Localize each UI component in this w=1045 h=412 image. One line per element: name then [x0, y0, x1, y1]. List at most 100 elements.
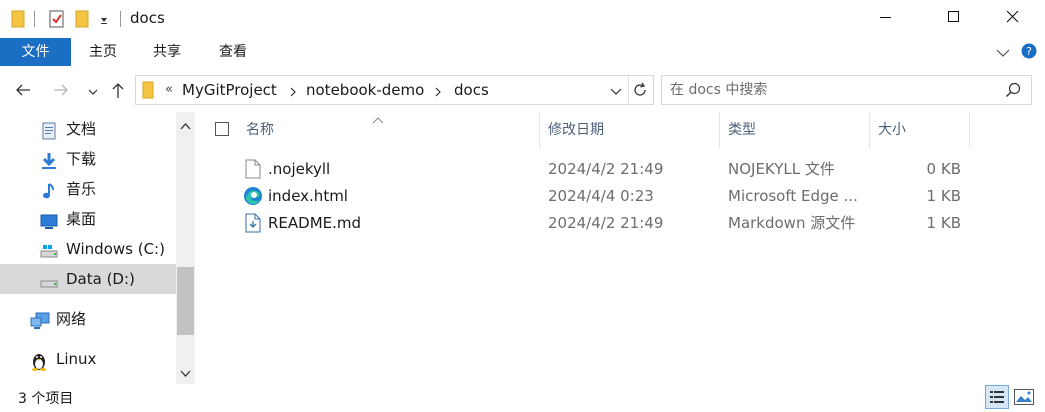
column-header-size[interactable]: 大小 [878, 115, 906, 145]
maximize-button[interactable] [931, 0, 977, 38]
file-row[interactable]: index.html 2024/4/4 0:23 Microsoft Edge … [200, 183, 980, 210]
nav-item-network[interactable]: 网络 [0, 304, 176, 334]
file-date: 2024/4/2 21:49 [548, 160, 664, 178]
folder-icon [142, 81, 154, 103]
column-header-name[interactable]: 名称 [246, 115, 274, 145]
folder-icon [11, 10, 25, 32]
search-icon[interactable] [1005, 82, 1021, 102]
drive-c-icon [40, 241, 58, 258]
music-icon [40, 181, 58, 199]
search-placeholder: 在 docs 中搜索 [670, 82, 768, 98]
tab-home[interactable]: 主页 [77, 38, 129, 66]
select-all-checkbox[interactable] [215, 122, 229, 136]
address-bar[interactable]: « MyGitProject notebook-demo docs [135, 75, 654, 105]
svg-text:?: ? [1026, 45, 1032, 58]
file-size: 1 KB [926, 214, 961, 232]
divider [34, 11, 35, 27]
minimize-icon [880, 11, 892, 27]
file-name: .nojekyll [268, 160, 331, 178]
nav-item-drive-c[interactable]: Windows (C:) [0, 234, 176, 264]
edge-icon [243, 186, 263, 210]
file-size: 1 KB [926, 187, 961, 205]
breadcrumb-overflow[interactable]: « [165, 76, 173, 104]
chevron-right-icon[interactable] [288, 85, 298, 97]
column-header-date[interactable]: 修改日期 [548, 115, 604, 145]
breadcrumb-item-current[interactable]: docs [454, 76, 489, 104]
file-type: Microsoft Edge ... [728, 187, 858, 205]
customize-toolbar-icon[interactable] [99, 13, 109, 29]
nav-item-music[interactable]: 音乐 [0, 174, 176, 204]
divider [120, 11, 121, 27]
markdown-file-icon [245, 213, 261, 237]
breadcrumb-item[interactable]: notebook-demo [306, 76, 424, 104]
network-icon [30, 311, 50, 329]
nav-item-documents[interactable]: 文档 [0, 114, 176, 144]
desktop-icon [40, 211, 58, 229]
drive-d-icon [40, 271, 58, 288]
navigation-pane: 文档 下载 音乐 桌面 Windows (C:) Data (D:) 网络 Li… [0, 112, 196, 384]
close-icon [1006, 10, 1019, 27]
scroll-up-icon[interactable] [180, 118, 191, 134]
forward-icon[interactable] [52, 82, 70, 102]
tab-share[interactable]: 共享 [141, 38, 193, 66]
ribbon: 文件 主页 共享 查看 ? [0, 38, 1045, 66]
file-name: README.md [268, 214, 362, 232]
expand-ribbon-icon[interactable] [996, 46, 1010, 62]
chevron-right-icon[interactable] [433, 85, 443, 97]
file-row[interactable]: .nojekyll 2024/4/2 21:49 NOJEKYLL 文件 0 K… [200, 156, 980, 183]
nav-item-label: Windows (C:) [66, 240, 165, 258]
column-header-row: 名称 修改日期 类型 大小 [200, 112, 980, 148]
up-icon[interactable] [110, 81, 126, 103]
column-header-type[interactable]: 类型 [728, 115, 756, 145]
scroll-down-icon[interactable] [180, 366, 191, 382]
tab-file[interactable]: 文件 [0, 38, 71, 66]
help-icon[interactable]: ? [1021, 43, 1037, 63]
close-button[interactable] [990, 0, 1036, 38]
nav-item-label: 下载 [66, 150, 97, 168]
item-count: 3 个项目 [18, 391, 74, 407]
file-type: NOJEKYLL 文件 [728, 160, 835, 178]
divider [628, 76, 629, 104]
nav-item-drive-d[interactable]: Data (D:) [0, 264, 176, 294]
back-icon[interactable] [14, 82, 32, 102]
refresh-icon[interactable] [632, 82, 648, 102]
title-bar: docs [0, 0, 1045, 38]
recent-locations-icon[interactable] [88, 85, 98, 101]
column-divider[interactable] [719, 112, 720, 148]
details-view-button[interactable] [985, 385, 1009, 409]
file-name: index.html [268, 187, 348, 205]
address-row: « MyGitProject notebook-demo docs 在 docs… [0, 72, 1045, 110]
linux-icon [30, 351, 48, 371]
file-date: 2024/4/2 21:49 [548, 214, 664, 232]
new-folder-icon[interactable] [75, 10, 89, 32]
minimize-button[interactable] [863, 0, 909, 38]
tab-view[interactable]: 查看 [207, 38, 259, 66]
nav-item-linux[interactable]: Linux [0, 344, 176, 374]
maximize-icon [948, 11, 960, 27]
blank-file-icon [245, 159, 261, 183]
properties-icon[interactable] [48, 9, 66, 33]
nav-item-label: 文档 [66, 120, 97, 138]
column-divider[interactable] [969, 112, 970, 148]
details-view-icon [990, 390, 1004, 408]
nav-item-downloads[interactable]: 下载 [0, 144, 176, 174]
nav-item-desktop[interactable]: 桌面 [0, 204, 176, 234]
sort-ascending-icon [372, 112, 384, 128]
file-date: 2024/4/4 0:23 [548, 187, 654, 205]
column-divider[interactable] [869, 112, 870, 148]
breadcrumb-item[interactable]: MyGitProject [182, 76, 277, 104]
documents-icon [40, 121, 58, 140]
large-icons-view-icon[interactable] [1014, 389, 1034, 409]
file-type: Markdown 源文件 [728, 214, 856, 232]
nav-item-label: 音乐 [66, 180, 97, 198]
address-dropdown-icon[interactable] [610, 85, 622, 101]
file-row[interactable]: README.md 2024/4/2 21:49 Markdown 源文件 1 … [200, 210, 980, 237]
search-input[interactable]: 在 docs 中搜索 [661, 75, 1032, 105]
file-size: 0 KB [926, 160, 961, 178]
nav-scrollbar[interactable] [176, 112, 195, 384]
window-title: docs [130, 9, 165, 27]
column-divider[interactable] [539, 112, 540, 148]
nav-item-label: 网络 [56, 310, 87, 328]
scrollbar-thumb[interactable] [177, 267, 194, 335]
nav-item-label: 桌面 [66, 210, 97, 228]
